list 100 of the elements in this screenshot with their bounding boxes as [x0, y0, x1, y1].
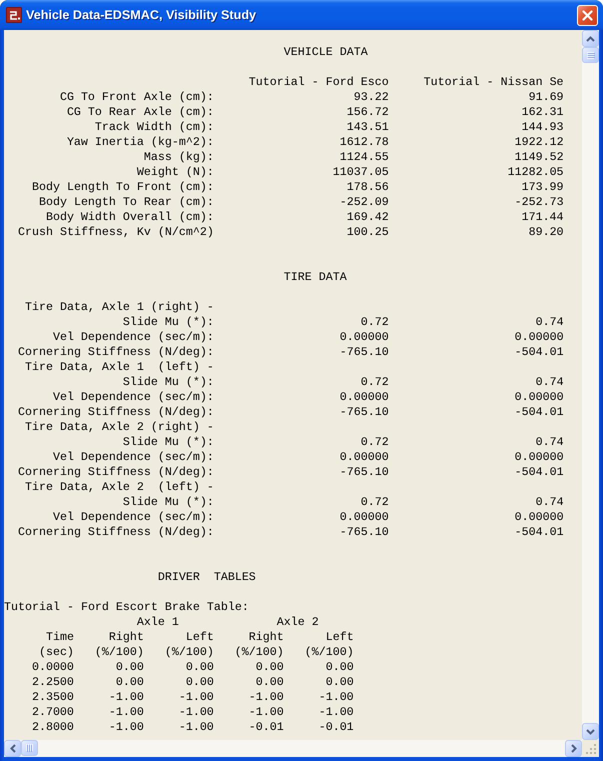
row-label: Mass (kg):	[144, 150, 214, 165]
unit-label: (%/100)	[304, 645, 354, 660]
group-title: Tire Data, Axle 1 (right) -	[24, 300, 214, 315]
table-cell: 0.00	[116, 660, 144, 675]
chevron-up-icon	[586, 36, 595, 42]
column-header: Tutorial - Nissan Se	[424, 75, 564, 90]
unit-label: (%/100)	[94, 645, 144, 660]
column-header: Time	[46, 630, 74, 645]
data-value: 1149.52	[514, 150, 564, 165]
table-cell: 0.00	[186, 660, 214, 675]
column-header: Left	[186, 630, 214, 645]
data-value: -504.01	[514, 465, 564, 480]
row-label: Slide Mu (*):	[122, 315, 214, 330]
size-grip-icon[interactable]	[585, 743, 597, 755]
table-cell: 0.00	[256, 660, 284, 675]
column-header: Right	[108, 630, 144, 645]
section-heading: DRIVER TABLES	[158, 570, 256, 585]
data-value: 178.56	[346, 180, 389, 195]
data-value: 156.72	[346, 105, 389, 120]
data-value: 1922.12	[514, 135, 564, 150]
row-label: Crush Stiffness, Kv (N/cm^2)	[18, 225, 214, 240]
group-header: Axle 2	[276, 615, 319, 630]
table-cell: -1.00	[178, 690, 214, 705]
row-label: Slide Mu (*):	[122, 495, 214, 510]
scroll-thumb[interactable]	[582, 47, 599, 63]
group-title: Tire Data, Axle 2 (left) -	[24, 480, 214, 495]
data-value: 0.00000	[514, 450, 564, 465]
data-value: 162.31	[522, 105, 564, 120]
data-value: 0.72	[360, 495, 389, 510]
close-button[interactable]	[577, 4, 598, 26]
data-value: -252.09	[340, 195, 389, 210]
chevron-down-icon	[586, 728, 595, 734]
data-value: 0.00000	[340, 390, 389, 405]
data-value: 0.74	[536, 495, 564, 510]
group-header: Axle 1	[136, 615, 179, 630]
table-cell: 0.00	[116, 675, 144, 690]
row-label: Vel Dependence (sec/m):	[52, 390, 214, 405]
data-value: 0.74	[536, 435, 564, 450]
unit-label: (sec)	[38, 645, 74, 660]
table-cell: -1.00	[178, 705, 214, 720]
data-value: 89.20	[528, 225, 564, 240]
data-value: -252.73	[514, 195, 564, 210]
row-label: CG To Front Axle (cm):	[60, 90, 214, 105]
unit-label: (%/100)	[234, 645, 284, 660]
table-cell: 0.00	[326, 675, 354, 690]
row-label: Body Length To Rear (cm):	[38, 195, 214, 210]
table-cell: -1.00	[108, 720, 144, 735]
scroll-left-button[interactable]	[4, 740, 21, 757]
data-value: 0.00000	[340, 330, 389, 345]
data-value: -504.01	[514, 405, 564, 420]
data-value: 144.93	[522, 120, 564, 135]
data-value: 1612.78	[340, 135, 389, 150]
row-label: Yaw Inertia (kg-m^2):	[66, 135, 214, 150]
row-label: Weight (N):	[136, 165, 214, 180]
table-cell: -1.00	[178, 720, 214, 735]
data-value: 100.25	[346, 225, 389, 240]
data-value: 0.00000	[514, 390, 564, 405]
row-label: Body Length To Front (cm):	[32, 180, 214, 195]
row-label: Cornering Stiffness (N/deg):	[18, 525, 214, 540]
data-value: 0.00000	[340, 450, 389, 465]
data-value: 0.74	[536, 315, 564, 330]
table-cell: 0.00	[326, 660, 354, 675]
row-label: Track Width (cm):	[94, 120, 214, 135]
table-cell: 2.7000	[32, 705, 74, 720]
data-value: -504.01	[514, 525, 564, 540]
row-label: CG To Rear Axle (cm):	[66, 105, 214, 120]
table-cell: 2.8000	[32, 720, 74, 735]
data-value: 0.72	[360, 315, 389, 330]
table-cell: -1.00	[248, 705, 284, 720]
section-heading: TIRE DATA	[284, 270, 347, 285]
data-value: 1124.55	[340, 150, 389, 165]
vertical-scrollbar[interactable]	[582, 30, 599, 740]
table-cell: -0.01	[318, 720, 354, 735]
table-cell: -0.01	[248, 720, 284, 735]
data-value: 93.22	[354, 90, 389, 105]
table-cell: 0.0000	[32, 660, 74, 675]
table-cell: 2.3500	[32, 690, 74, 705]
row-label: Cornering Stiffness (N/deg):	[18, 345, 214, 360]
row-label: Cornering Stiffness (N/deg):	[18, 405, 214, 420]
data-value: -504.01	[514, 345, 564, 360]
data-value: 11282.05	[508, 165, 564, 180]
scroll-thumb[interactable]	[21, 740, 38, 756]
scroll-down-button[interactable]	[582, 723, 599, 740]
grip-icon	[586, 52, 594, 58]
data-value: 0.72	[360, 375, 389, 390]
row-label: Slide Mu (*):	[122, 435, 214, 450]
data-value: 11037.05	[332, 165, 389, 180]
table-cell: -1.00	[318, 705, 354, 720]
scroll-right-button[interactable]	[565, 740, 582, 757]
horizontal-scrollbar[interactable]	[4, 740, 582, 757]
row-label: Slide Mu (*):	[122, 375, 214, 390]
grip-icon	[26, 744, 33, 752]
scroll-up-button[interactable]	[582, 30, 599, 47]
chevron-left-icon	[10, 744, 16, 753]
data-value: 0.72	[360, 435, 389, 450]
section-heading: VEHICLE DATA	[284, 45, 368, 60]
data-value: 0.74	[536, 375, 564, 390]
data-value: -765.10	[340, 405, 389, 420]
table-cell: 0.00	[256, 675, 284, 690]
chevron-right-icon	[570, 744, 576, 753]
